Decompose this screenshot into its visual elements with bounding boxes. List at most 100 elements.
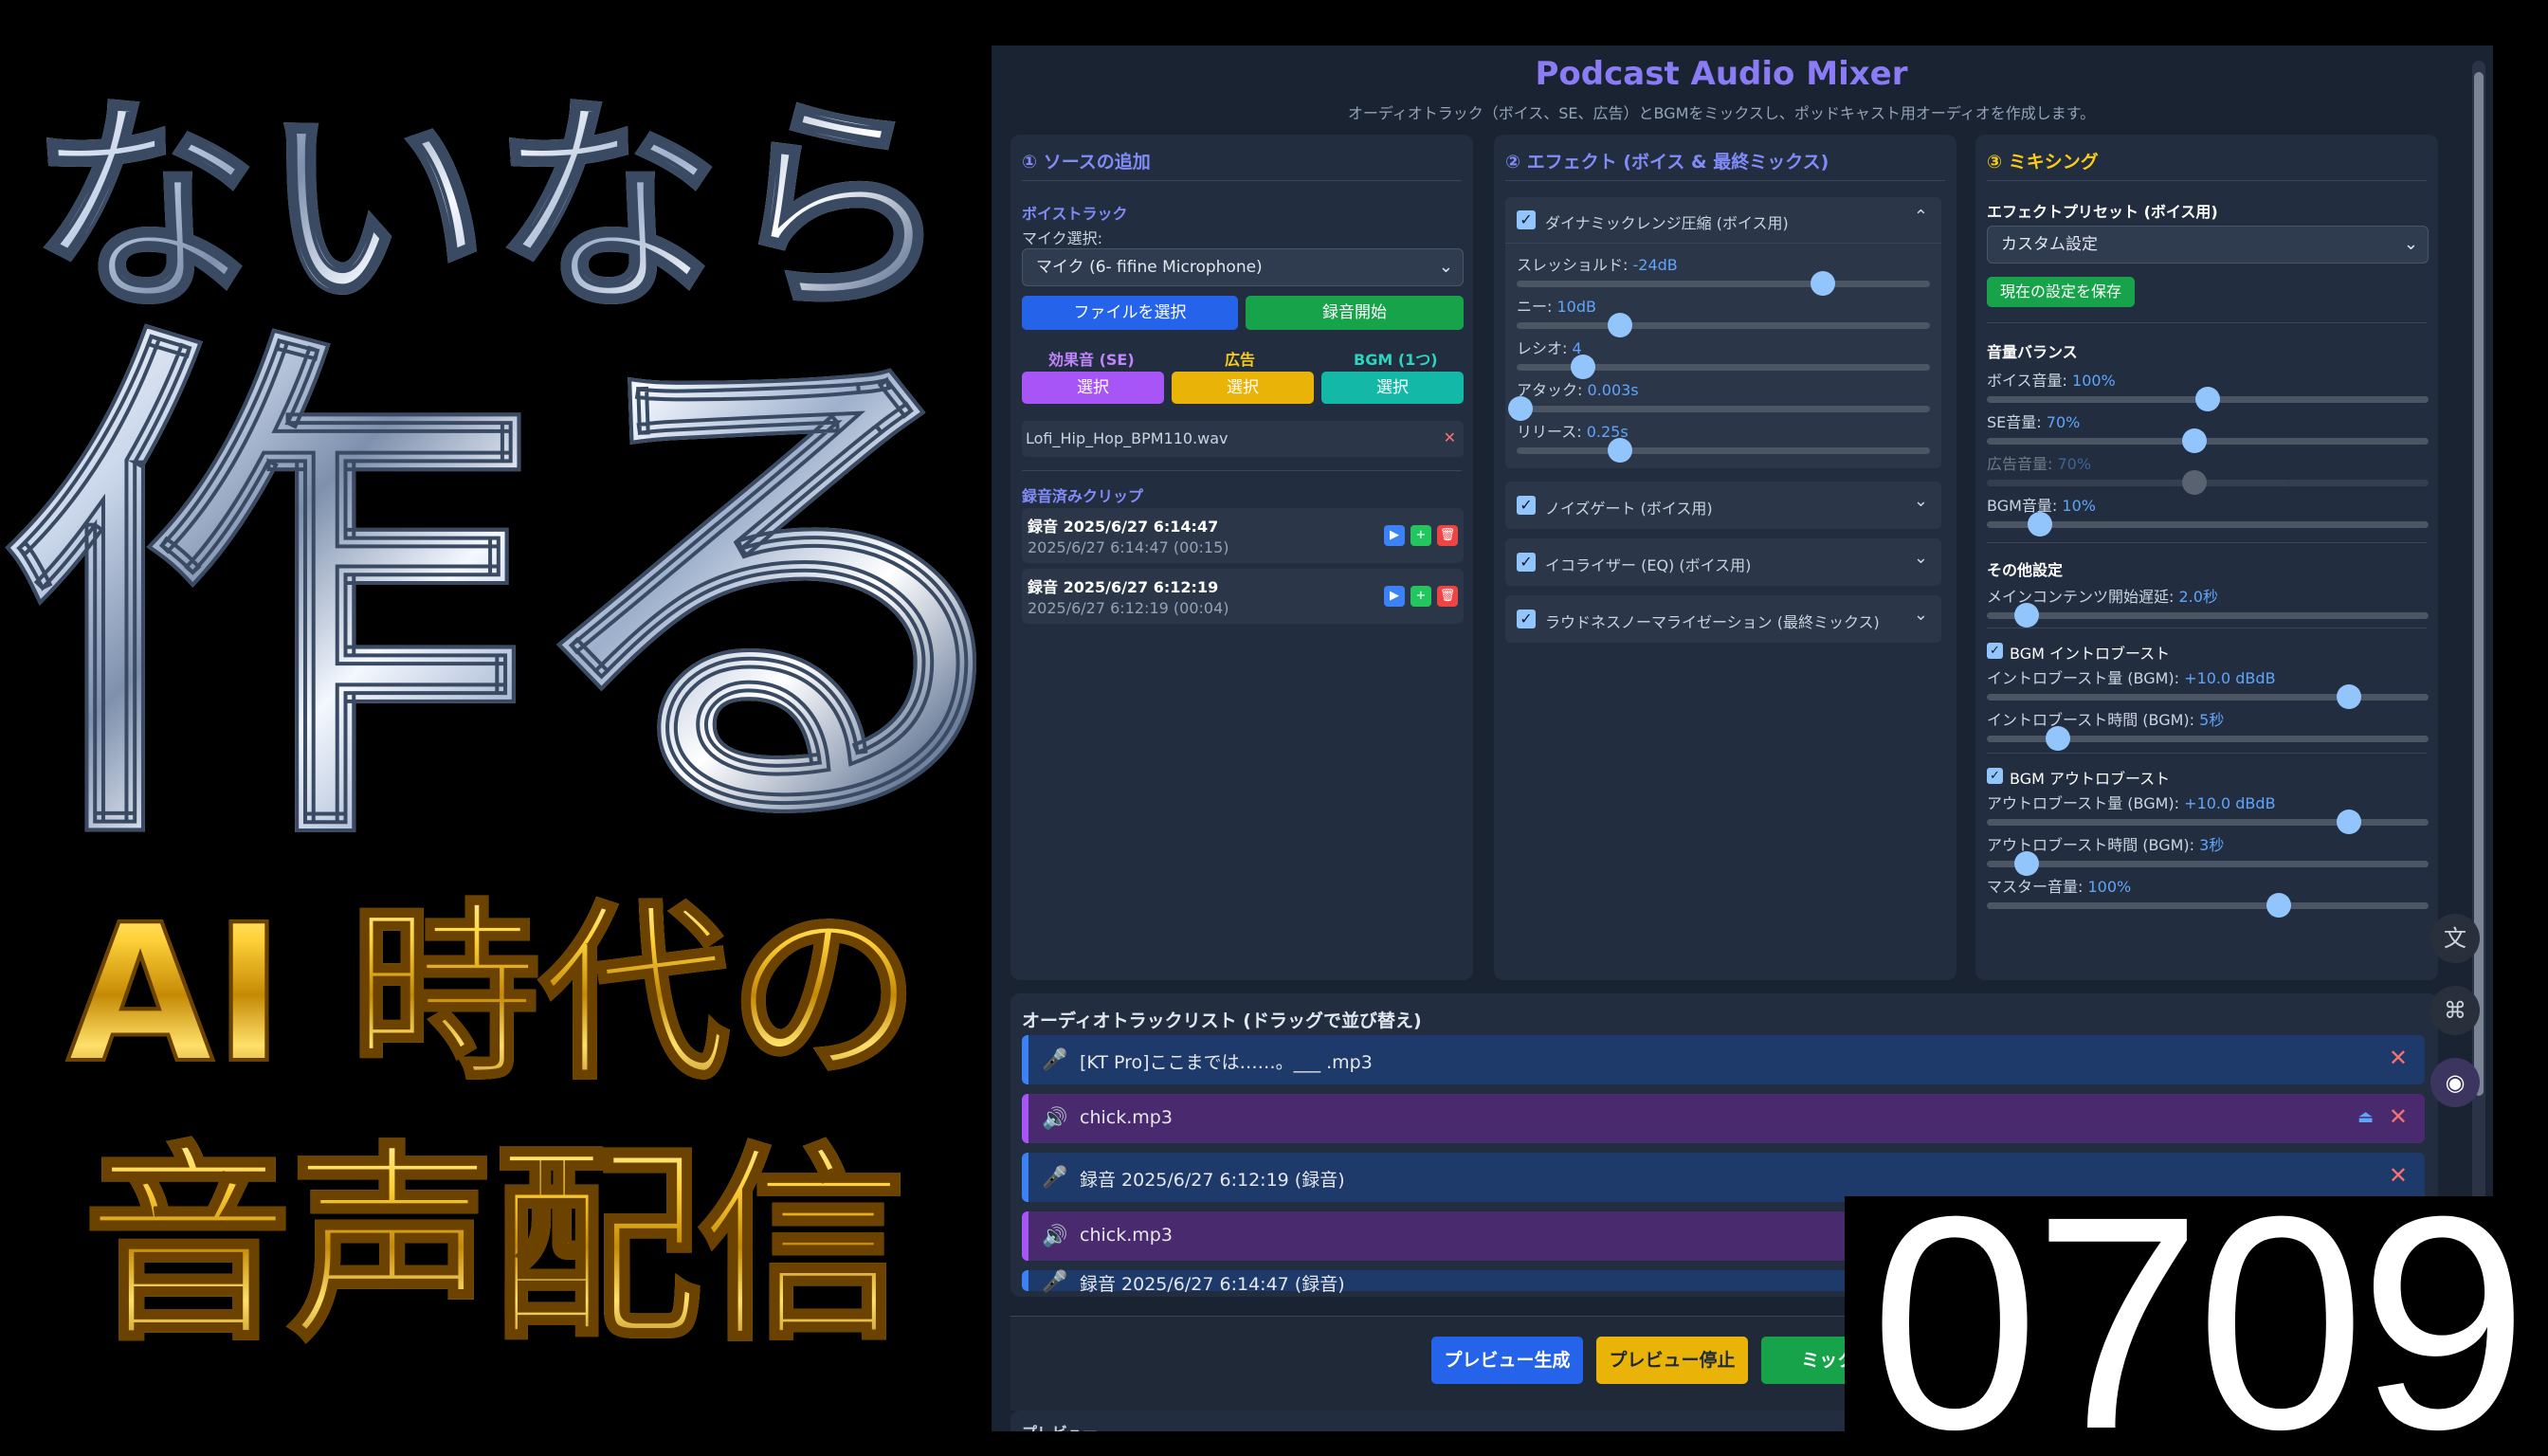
bgm-volume-slider[interactable]: [1987, 512, 2429, 537]
speaker-icon: 🔊: [1042, 1225, 1068, 1248]
compressor-title[interactable]: ダイナミックレンジ圧縮 (ボイス用): [1545, 210, 1789, 233]
intro-boost-label[interactable]: BGM イントロブースト: [2010, 641, 2170, 664]
voice-volume-knob[interactable]: [2195, 387, 2220, 411]
outro-boost-label[interactable]: BGM アウトロブースト: [2010, 766, 2170, 789]
voice-volume-slider[interactable]: [1987, 387, 2429, 411]
preview-heading: プレビュー: [1022, 1420, 1098, 1431]
intro-amount-label: イントロブースト量 (BGM): +10.0 dBdB: [1987, 669, 2276, 687]
threshold-knob[interactable]: [1810, 271, 1835, 296]
knee-slider[interactable]: [1517, 313, 1930, 337]
noise-gate-section[interactable]: ✓ ノイズゲート (ボイス用) ⌄: [1505, 482, 1941, 529]
track-name: chick.mp3: [1080, 1107, 1173, 1128]
mic-icon: 🎤: [1042, 1166, 1068, 1190]
intro-time-slider[interactable]: [1987, 726, 2429, 751]
delay-knob[interactable]: [2013, 603, 2039, 628]
ratio-slider[interactable]: [1517, 355, 1930, 379]
eraser-icon[interactable]: ⏏: [2357, 1107, 2374, 1127]
delay-slider[interactable]: [1987, 603, 2429, 628]
select-ad-button[interactable]: 選択: [1172, 372, 1314, 404]
effects-heading: ② エフェクト (ボイス & 最終ミックス): [1505, 152, 1829, 173]
master-volume-slider[interactable]: [1987, 893, 2429, 918]
effects-panel: ② エフェクト (ボイス & 最終ミックス) ✓ ダイナミックレンジ圧縮 (ボイ…: [1494, 135, 1956, 980]
noise-gate-title[interactable]: ノイズゲート (ボイス用): [1545, 496, 1713, 519]
episode-number: 0709: [1870, 1153, 2528, 1456]
attack-label: アタック: 0.003s: [1517, 381, 1639, 399]
preset-select-value: カスタム設定: [2001, 235, 2098, 254]
track-row[interactable]: 🔊 chick.mp3 ⏏ ✕: [1022, 1094, 2425, 1143]
intro-boost-checkbox[interactable]: ✓: [1987, 643, 2003, 659]
tracklist-heading: オーディオトラックリスト (ドラッグで並び替え): [1022, 1010, 1422, 1031]
se-volume-knob[interactable]: [2182, 428, 2208, 453]
apps-icon[interactable]: ⌘: [2430, 986, 2480, 1035]
preview-generate-button[interactable]: プレビュー生成: [1431, 1337, 1583, 1384]
close-icon[interactable]: ✕: [1444, 428, 1456, 446]
outro-boost-checkbox[interactable]: ✓: [1987, 768, 2003, 784]
eq-checkbox[interactable]: ✓: [1517, 553, 1536, 572]
chevron-down-icon[interactable]: ⌄: [1914, 491, 1928, 511]
attack-knob[interactable]: [1508, 396, 1534, 421]
loudness-title[interactable]: ラウドネスノーマライゼーション (最終ミックス): [1545, 610, 1880, 632]
record-start-button[interactable]: 録音開始: [1246, 296, 1464, 330]
intro-time-label: イントロブースト時間 (BGM): 5秒: [1987, 711, 2225, 729]
translate-icon[interactable]: 文: [2430, 914, 2480, 963]
select-bgm-button[interactable]: 選択: [1321, 372, 1464, 404]
choose-file-button[interactable]: ファイルを選択: [1022, 296, 1238, 330]
close-icon[interactable]: ✕: [2389, 1103, 2408, 1130]
preset-select[interactable]: カスタム設定 ⌄: [1987, 226, 2429, 264]
ad-volume-knob: [2182, 470, 2208, 495]
knee-knob[interactable]: [1608, 313, 1632, 337]
select-se-button[interactable]: 選択: [1022, 372, 1164, 404]
loudness-checkbox[interactable]: ✓: [1517, 610, 1536, 628]
mic-select[interactable]: マイク (6- fifine Microphone) ⌄: [1022, 248, 1464, 286]
save-preset-button[interactable]: 現在の設定を保存: [1987, 277, 2135, 307]
add-icon[interactable]: +: [1410, 525, 1431, 546]
intro-amount-slider[interactable]: [1987, 684, 2429, 709]
loudness-section[interactable]: ✓ ラウドネスノーマライゼーション (最終ミックス) ⌄: [1505, 595, 1941, 643]
mic-select-value: マイク (6- fifine Microphone): [1036, 258, 1263, 277]
track-row[interactable]: 🎤 [KT Pro]ここまでは……。___ .mp3 ✕: [1022, 1035, 2425, 1084]
outro-amount-slider[interactable]: [1987, 810, 2429, 834]
assistant-icon[interactable]: ◉: [2430, 1058, 2480, 1107]
trash-icon[interactable]: 🗑: [1437, 525, 1458, 546]
trash-icon[interactable]: 🗑: [1437, 586, 1458, 607]
bgm-label: BGM (1つ): [1354, 351, 1438, 369]
chevron-up-icon[interactable]: ⌃: [1914, 207, 1928, 227]
eq-section[interactable]: ✓ イコライザー (EQ) (ボイス用) ⌄: [1505, 538, 1941, 586]
thumbnail-title-art: ないなら 作る AI 時代の 音声配信: [0, 0, 986, 1456]
add-icon[interactable]: +: [1410, 586, 1431, 607]
bgm-volume-knob[interactable]: [2027, 512, 2052, 537]
title-line-4: 音声配信: [0, 1123, 986, 1370]
mic-icon: 🎤: [1042, 1270, 1068, 1294]
eq-title[interactable]: イコライザー (EQ) (ボイス用): [1545, 553, 1751, 575]
compressor-checkbox[interactable]: ✓: [1517, 210, 1536, 229]
app-title: Podcast Audio Mixer: [1535, 55, 1908, 93]
compressor-section: ✓ ダイナミックレンジ圧縮 (ボイス用) ⌃ スレッショルド: -24dB ニー…: [1505, 197, 1941, 468]
chevron-down-icon[interactable]: ⌄: [1914, 548, 1928, 568]
release-slider[interactable]: [1517, 438, 1930, 463]
release-knob[interactable]: [1608, 438, 1632, 463]
clips-heading: 録音済みクリップ: [1022, 487, 1144, 505]
outro-time-slider[interactable]: [1987, 851, 2429, 876]
intro-time-knob[interactable]: [2045, 726, 2070, 751]
voice-track-label: ボイストラック: [1022, 205, 1128, 223]
close-icon[interactable]: ✕: [2389, 1045, 2408, 1071]
play-icon[interactable]: ▶: [1384, 525, 1405, 546]
chevron-down-icon[interactable]: ⌄: [1914, 605, 1928, 625]
preview-stop-button[interactable]: プレビュー停止: [1596, 1337, 1748, 1384]
se-volume-slider[interactable]: [1987, 428, 2429, 453]
play-icon[interactable]: ▶: [1384, 586, 1405, 607]
outro-amount-knob[interactable]: [2337, 810, 2362, 834]
outro-time-knob[interactable]: [2013, 851, 2039, 876]
ratio-knob[interactable]: [1570, 355, 1595, 379]
intro-amount-knob[interactable]: [2337, 684, 2362, 709]
threshold-slider[interactable]: [1517, 271, 1930, 296]
ad-volume-slider: [1987, 470, 2429, 495]
clip-item[interactable]: 録音 2025/6/27 6:14:47 2025/6/27 6:14:47 (…: [1022, 508, 1464, 563]
noise-gate-checkbox[interactable]: ✓: [1517, 496, 1536, 515]
chevron-down-icon: ⌄: [1438, 257, 1453, 277]
attack-slider[interactable]: [1508, 396, 1930, 421]
knee-label: ニー: 10dB: [1517, 298, 1596, 316]
preset-label: エフェクトプリセット (ボイス用): [1987, 203, 2218, 221]
master-volume-knob[interactable]: [2266, 893, 2291, 918]
clip-item[interactable]: 録音 2025/6/27 6:12:19 2025/6/27 6:12:19 (…: [1022, 569, 1464, 624]
